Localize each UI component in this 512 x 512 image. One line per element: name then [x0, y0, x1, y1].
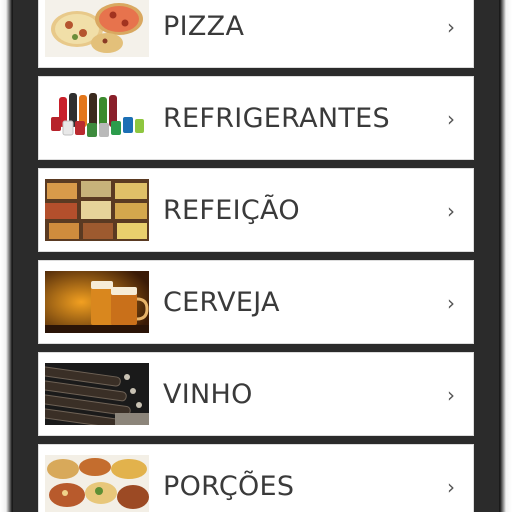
- menu-item-refeicao[interactable]: REFEIÇÃO ›: [38, 168, 474, 252]
- menu-item-cerveja[interactable]: CERVEJA ›: [38, 260, 474, 344]
- menu-item-label: REFRIGERANTES: [163, 103, 390, 134]
- category-list: PIZZA › REFRIGERANTES › REFEIÇÃO › CERVE…: [38, 0, 474, 512]
- chevron-right-icon: ›: [447, 383, 455, 407]
- menu-item-label: CERVEJA: [163, 287, 280, 318]
- chevron-right-icon: ›: [447, 475, 455, 499]
- menu-item-label: VINHO: [163, 379, 253, 410]
- menu-item-label: PIZZA: [163, 11, 245, 42]
- portions-photo: [45, 455, 149, 512]
- beer-photo: [45, 271, 149, 333]
- chevron-right-icon: ›: [447, 15, 455, 39]
- pizza-photo: [45, 0, 149, 57]
- chevron-right-icon: ›: [447, 199, 455, 223]
- menu-item-label: REFEIÇÃO: [163, 195, 300, 226]
- meal-buffet-photo: [45, 179, 149, 241]
- wine-bottles-photo: [45, 363, 149, 425]
- phone-screen: PIZZA › REFRIGERANTES › REFEIÇÃO › CERVE…: [13, 0, 499, 512]
- menu-item-refrigerantes[interactable]: REFRIGERANTES ›: [38, 76, 474, 160]
- menu-item-pizza[interactable]: PIZZA ›: [38, 0, 474, 68]
- menu-item-porcoes[interactable]: PORÇÕES ›: [38, 444, 474, 512]
- screen-edge-left: [0, 0, 13, 512]
- soft-drinks-photo: [45, 87, 149, 149]
- chevron-right-icon: ›: [447, 291, 455, 315]
- menu-item-label: PORÇÕES: [163, 471, 295, 502]
- menu-item-vinho[interactable]: VINHO ›: [38, 352, 474, 436]
- screen-edge-right: [499, 0, 512, 512]
- chevron-right-icon: ›: [447, 107, 455, 131]
